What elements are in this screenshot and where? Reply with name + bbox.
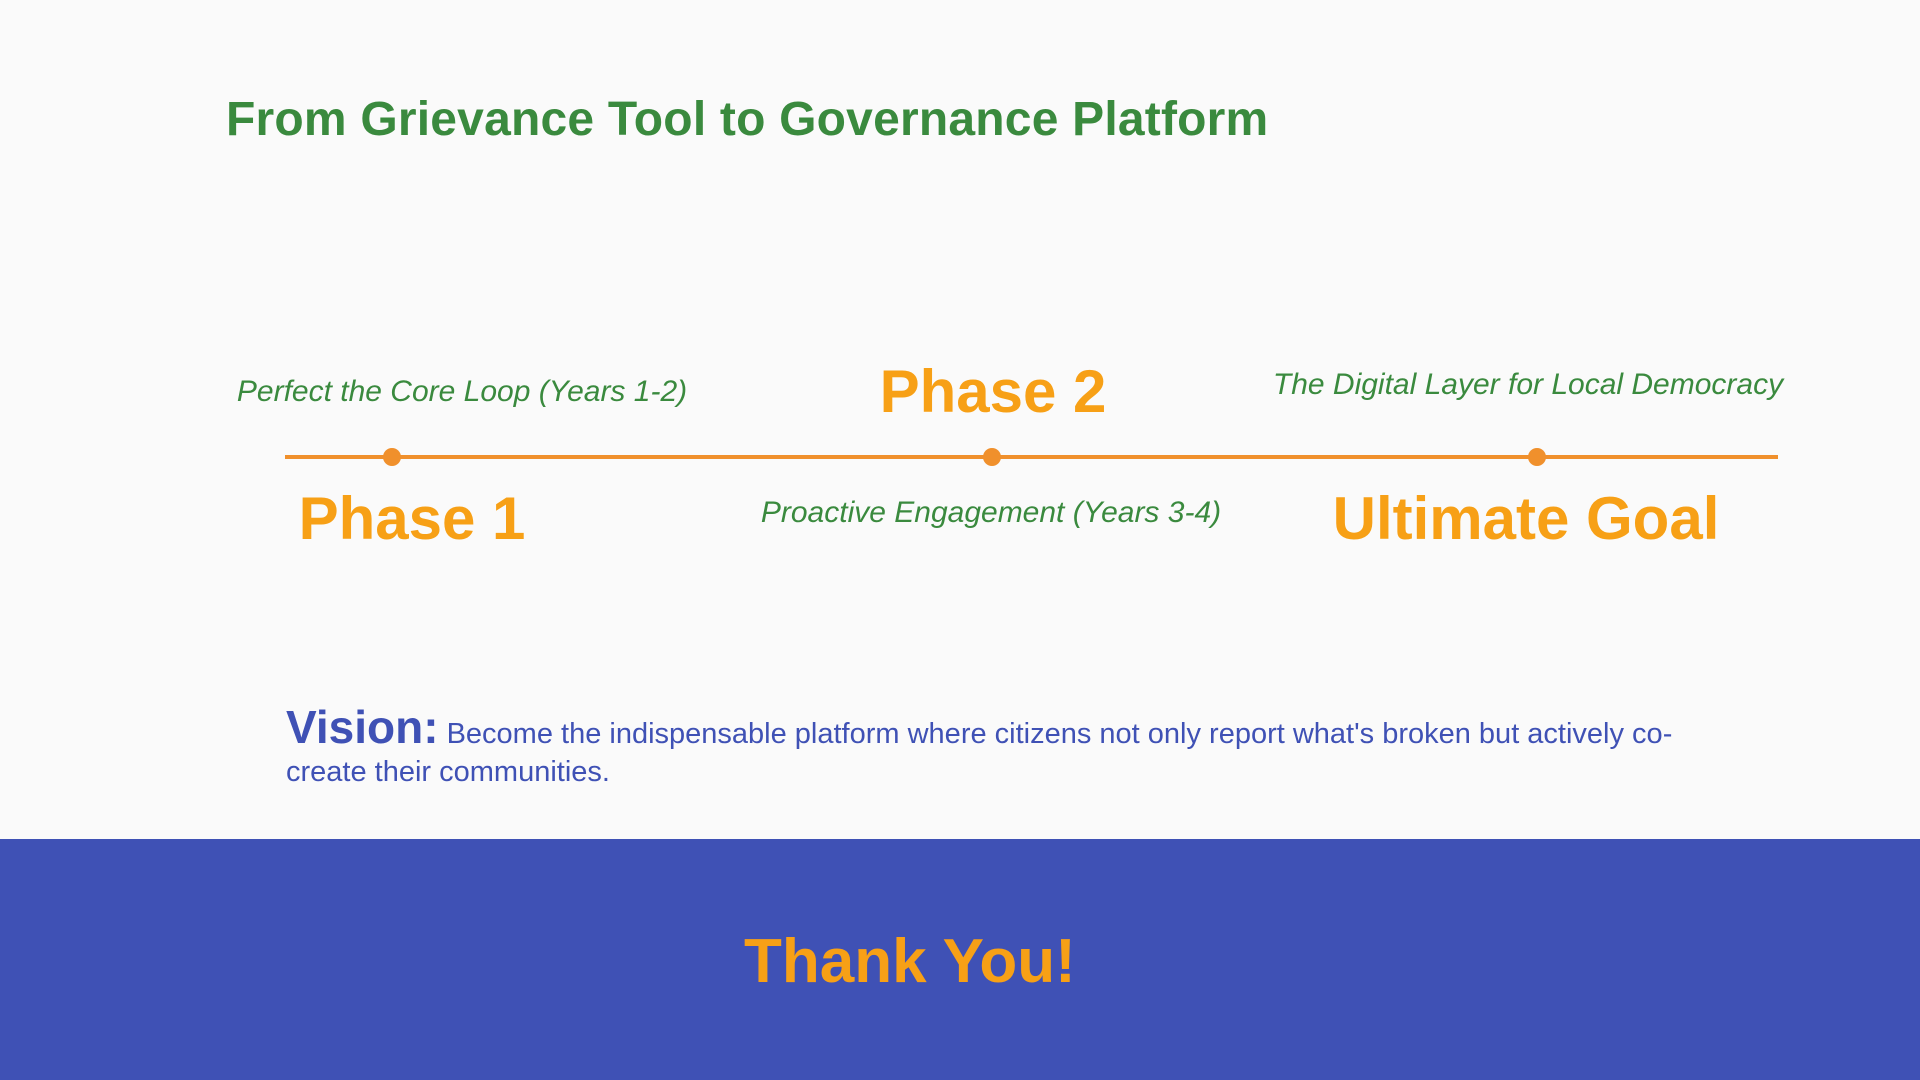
vision-statement: Vision: Become the indispensable platfor…: [286, 704, 1686, 791]
milestone-phase-2-description: Proactive Engagement (Years 3-4): [760, 496, 1222, 529]
thank-you-heading: Thank You!: [744, 927, 1076, 996]
slide-title: From Grievance Tool to Governance Platfo…: [226, 93, 1269, 146]
vision-label: Vision:: [286, 701, 439, 753]
timeline-line: [285, 455, 1778, 459]
vision-text: Become the indispensable platform where …: [286, 718, 1673, 788]
footer-banner: Thank You!: [0, 839, 1920, 1080]
timeline-dot-phase-1: [383, 448, 401, 466]
milestone-ultimate-goal-description: The Digital Layer for Local Democracy: [1272, 368, 1784, 401]
timeline-dot-ultimate-goal: [1528, 448, 1546, 466]
milestone-phase-1-description: Perfect the Core Loop (Years 1-2): [236, 375, 688, 408]
milestone-phase-1-label: Phase 1: [298, 485, 526, 552]
milestone-phase-2-label: Phase 2: [879, 358, 1107, 425]
milestone-ultimate-goal-label: Ultimate Goal: [1332, 485, 1720, 552]
timeline-dot-phase-2: [983, 448, 1001, 466]
